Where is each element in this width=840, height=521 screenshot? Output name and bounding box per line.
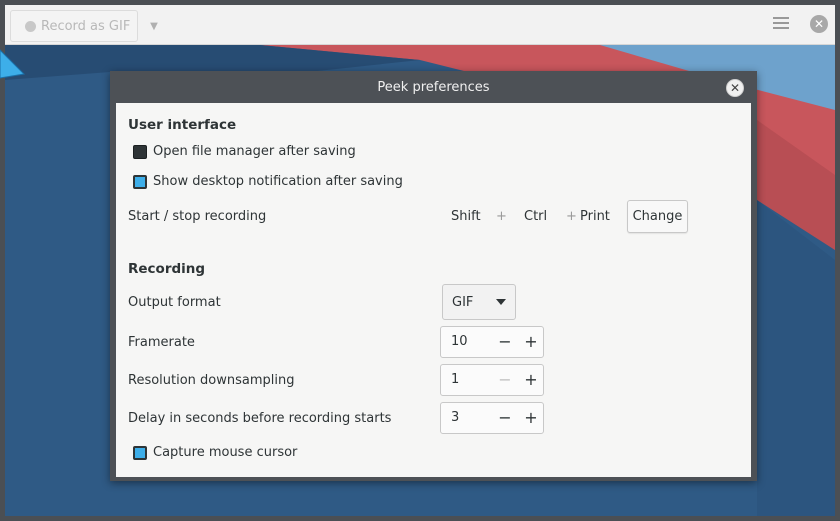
shortcut-key-print: Print: [580, 209, 610, 224]
framerate-spinbutton[interactable]: 10 − +: [440, 326, 544, 358]
dialog-close-icon[interactable]: ✕: [726, 79, 744, 97]
show-notification-checkbox[interactable]: [133, 174, 147, 189]
preferences-dialog: Peek preferences ✕ User interface Open f…: [110, 71, 757, 481]
delay-label: Delay in seconds before recording starts: [128, 411, 392, 426]
downsampling-decrement-icon[interactable]: −: [493, 364, 517, 396]
downsampling-label: Resolution downsampling: [128, 373, 295, 388]
output-format-label: Output format: [128, 295, 221, 310]
chevron-down-icon: [496, 299, 506, 305]
record-button[interactable]: Record as GIF: [10, 10, 138, 42]
framerate-increment-icon[interactable]: +: [519, 326, 543, 358]
delay-spinbutton[interactable]: 3 − +: [440, 402, 544, 434]
recording-heading: Recording: [128, 261, 206, 277]
delay-increment-icon[interactable]: +: [519, 402, 543, 434]
format-dropdown-arrow-icon[interactable]: ▼: [140, 10, 168, 42]
capture-cursor-checkbox-row[interactable]: Capture mouse cursor: [133, 445, 297, 460]
delay-decrement-icon[interactable]: −: [493, 402, 517, 434]
mouse-pointer-icon: [0, 49, 26, 79]
change-shortcut-label: Change: [632, 209, 683, 224]
show-notification-checkbox-row[interactable]: Show desktop notification after saving: [133, 174, 403, 189]
framerate-value[interactable]: 10: [451, 334, 468, 349]
downsampling-increment-icon[interactable]: +: [519, 364, 543, 396]
open-file-manager-checkbox[interactable]: [133, 144, 147, 159]
shortcut-plus: +: [496, 209, 507, 224]
output-format-value: GIF: [452, 294, 474, 310]
close-icon[interactable]: ✕: [810, 15, 828, 33]
downsampling-spinbutton[interactable]: 1 − +: [440, 364, 544, 396]
hamburger-menu-icon[interactable]: [773, 17, 789, 31]
show-notification-label: Show desktop notification after saving: [153, 174, 403, 189]
open-file-manager-label: Open file manager after saving: [153, 144, 356, 159]
dialog-content: User interface Open file manager after s…: [116, 103, 751, 477]
output-format-select[interactable]: GIF: [442, 284, 516, 320]
open-file-manager-checkbox-row[interactable]: Open file manager after saving: [133, 144, 356, 159]
capture-cursor-checkbox[interactable]: [133, 445, 147, 460]
shortcut-key-ctrl: Ctrl: [524, 209, 548, 224]
capture-cursor-label: Capture mouse cursor: [153, 445, 298, 460]
downsampling-value[interactable]: 1: [451, 372, 459, 387]
shortcut-plus: +: [566, 209, 577, 224]
change-shortcut-button[interactable]: Change: [627, 200, 688, 233]
user-interface-heading: User interface: [128, 117, 237, 133]
record-button-label: Record as GIF: [41, 18, 131, 34]
shortcut-key-shift: Shift: [451, 209, 481, 224]
peek-headerbar: Record as GIF ▼ ✕: [5, 5, 835, 45]
record-dot-icon: [25, 20, 36, 32]
framerate-decrement-icon[interactable]: −: [493, 326, 517, 358]
start-stop-recording-label: Start / stop recording: [128, 209, 267, 224]
dialog-title: Peek preferences: [377, 80, 490, 95]
delay-value[interactable]: 3: [451, 410, 459, 425]
framerate-label: Framerate: [128, 335, 195, 350]
